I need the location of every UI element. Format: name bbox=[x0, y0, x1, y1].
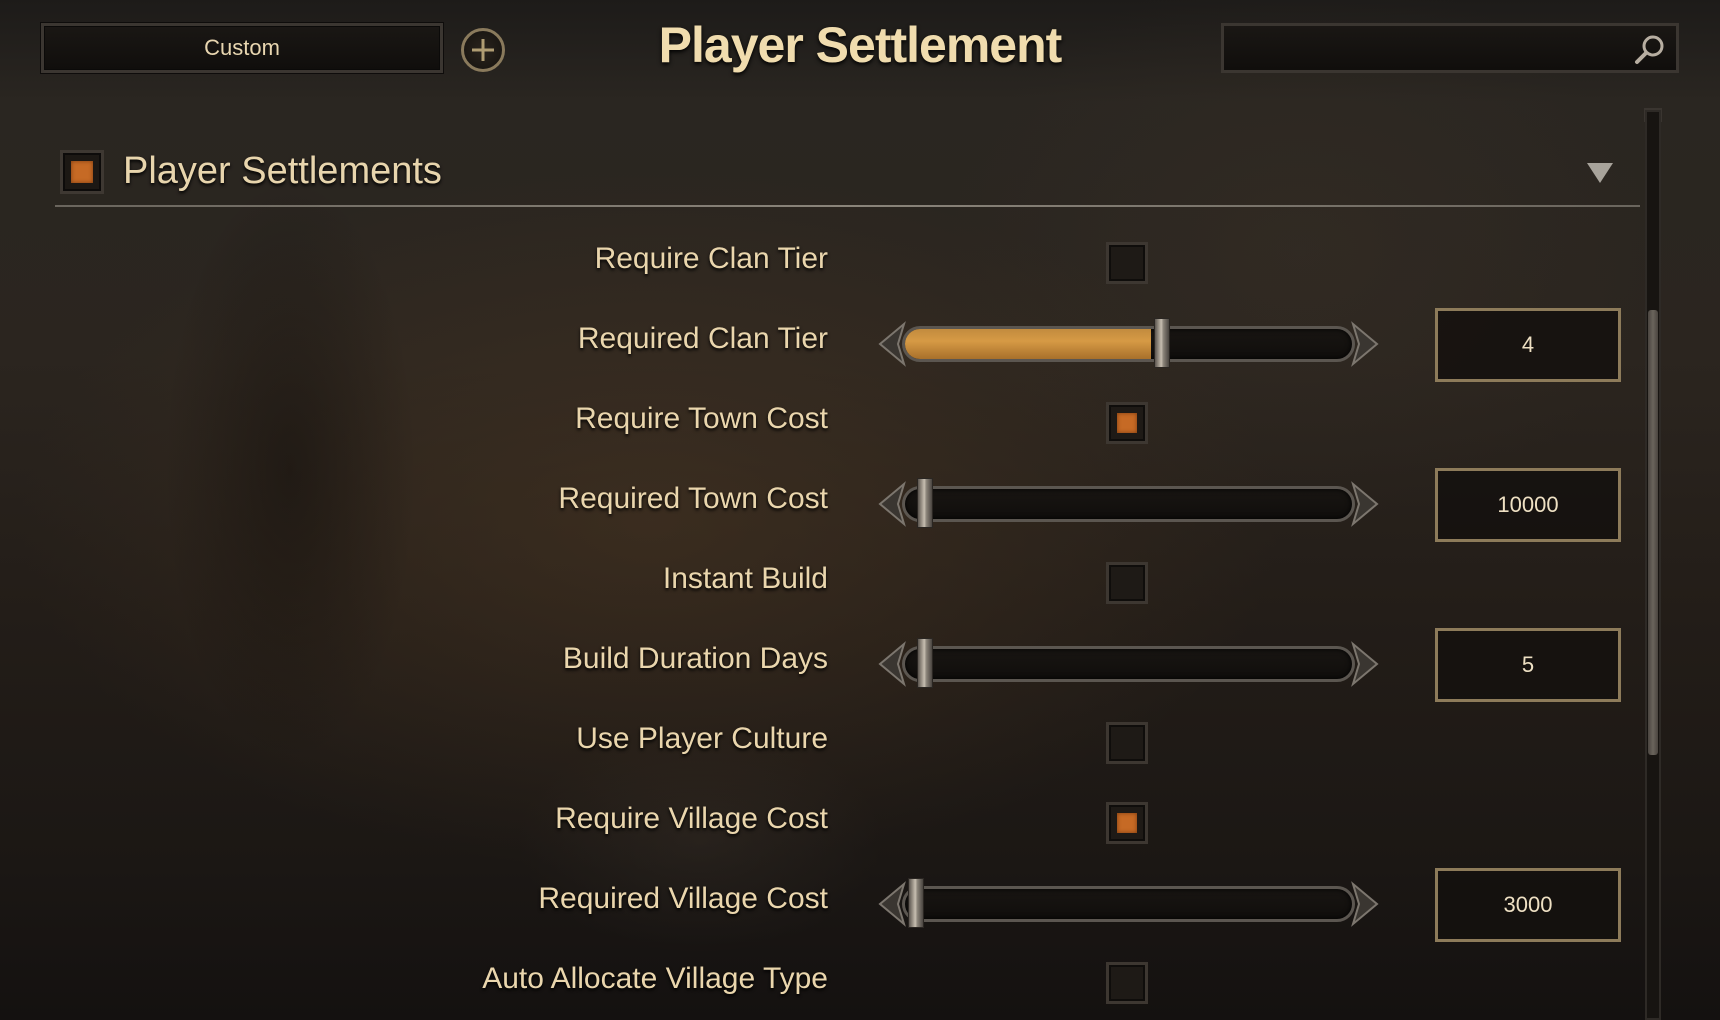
setting-row: Required Village Cost 3000 bbox=[0, 868, 1640, 942]
slider-track[interactable] bbox=[902, 486, 1355, 522]
setting-label: Use Player Culture bbox=[576, 722, 828, 755]
setting-checkbox[interactable] bbox=[1106, 962, 1148, 1004]
setting-label: Instant Build bbox=[662, 562, 828, 595]
setting-slider[interactable] bbox=[876, 312, 1381, 372]
setting-row: Required Town Cost 10000 bbox=[0, 468, 1640, 542]
checkbox-fill bbox=[1117, 413, 1137, 433]
slider-right-cap-icon bbox=[1351, 320, 1381, 368]
setting-row: Require Town Cost bbox=[0, 392, 1640, 452]
slider-right-cap-icon bbox=[1351, 640, 1381, 688]
preset-dropdown[interactable]: Custom bbox=[41, 23, 443, 73]
section-title: Player Settlements bbox=[123, 150, 442, 192]
slider-handle[interactable] bbox=[908, 878, 924, 928]
page-title: Player Settlement bbox=[658, 17, 1063, 73]
slider-handle[interactable] bbox=[917, 638, 933, 688]
slider-handle[interactable] bbox=[917, 478, 933, 528]
setting-label: Required Town Cost bbox=[558, 482, 828, 515]
setting-label: Require Clan Tier bbox=[594, 242, 828, 275]
slider-fill bbox=[905, 329, 1151, 359]
setting-checkbox[interactable] bbox=[1106, 562, 1148, 604]
slider-handle[interactable] bbox=[1154, 318, 1170, 368]
section-enable-checkbox[interactable] bbox=[60, 150, 104, 194]
setting-row: Auto Allocate Village Type bbox=[0, 952, 1640, 1012]
setting-row: Build Duration Days 5 bbox=[0, 628, 1640, 702]
section-divider bbox=[55, 205, 1640, 207]
setting-row: Instant Build bbox=[0, 552, 1640, 612]
setting-row: Require Clan Tier bbox=[0, 232, 1640, 292]
collapse-triangle-icon[interactable] bbox=[1584, 160, 1616, 186]
setting-value-input[interactable]: 10000 bbox=[1435, 468, 1621, 542]
setting-checkbox[interactable] bbox=[1106, 242, 1148, 284]
setting-checkbox[interactable] bbox=[1106, 802, 1148, 844]
setting-label: Required Village Cost bbox=[538, 882, 828, 915]
setting-label: Build Duration Days bbox=[562, 642, 828, 675]
setting-slider[interactable] bbox=[876, 472, 1381, 532]
checkbox-fill bbox=[71, 161, 93, 183]
setting-slider[interactable] bbox=[876, 632, 1381, 692]
search-icon[interactable] bbox=[1632, 32, 1668, 68]
setting-label: Required Clan Tier bbox=[577, 322, 828, 355]
add-icon[interactable] bbox=[461, 28, 505, 72]
setting-row: Required Clan Tier 4 bbox=[0, 308, 1640, 382]
checkbox-fill bbox=[1117, 813, 1137, 833]
setting-row: Use Player Culture bbox=[0, 712, 1640, 772]
setting-value-input[interactable]: 4 bbox=[1435, 308, 1621, 382]
slider-right-cap-icon bbox=[1351, 480, 1381, 528]
slider-track[interactable] bbox=[902, 646, 1355, 682]
setting-slider[interactable] bbox=[876, 872, 1381, 932]
preset-label: Custom bbox=[204, 35, 280, 60]
setting-value-input[interactable]: 3000 bbox=[1435, 868, 1621, 942]
setting-checkbox[interactable] bbox=[1106, 722, 1148, 764]
search-input[interactable] bbox=[1221, 23, 1679, 73]
setting-value-input[interactable]: 5 bbox=[1435, 628, 1621, 702]
scrollbar-thumb[interactable] bbox=[1648, 310, 1658, 755]
slider-track[interactable] bbox=[902, 886, 1355, 922]
slider-right-cap-icon bbox=[1351, 880, 1381, 928]
setting-label: Require Village Cost bbox=[555, 802, 828, 835]
setting-label: Auto Allocate Village Type bbox=[482, 962, 828, 995]
setting-row: Require Village Cost bbox=[0, 792, 1640, 852]
setting-checkbox[interactable] bbox=[1106, 402, 1148, 444]
setting-label: Require Town Cost bbox=[575, 402, 828, 435]
